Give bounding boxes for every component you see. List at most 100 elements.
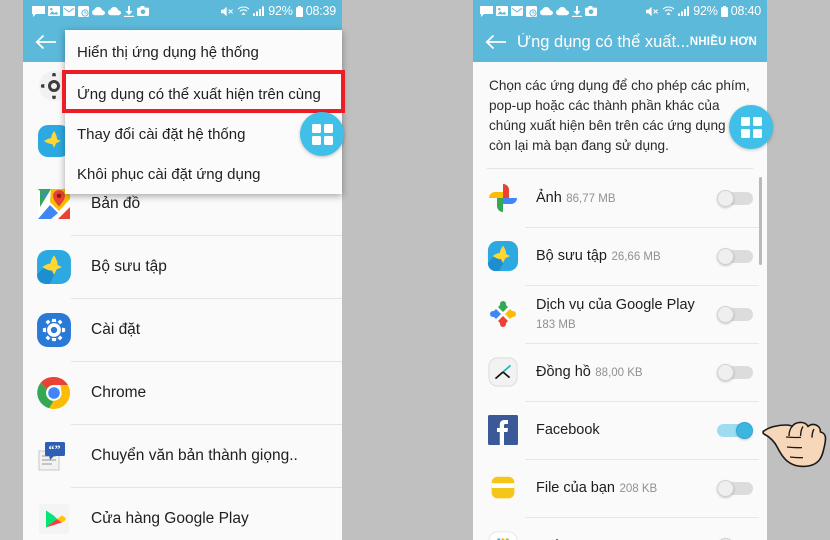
gmail-icon	[63, 6, 75, 16]
screenshot-icon	[137, 6, 149, 16]
overflow-menu[interactable]: Hiển thị ứng dụng hệ thống Ứng dụng có t…	[65, 30, 342, 194]
battery-icon	[295, 5, 303, 17]
app-name: Dịch vụ của Google Play	[536, 297, 695, 314]
mute-icon	[646, 6, 659, 17]
app-row-facebook[interactable]: Facebook	[473, 401, 767, 459]
signal-icon	[253, 6, 265, 17]
app-text: Bộ sưu tập 26,66 MB	[536, 247, 717, 265]
app-toggle[interactable]	[717, 247, 753, 265]
download-icon	[572, 5, 582, 17]
app-row-anh[interactable]: Ảnh 86,77 MB	[473, 169, 767, 227]
download-icon	[124, 5, 134, 17]
cloud-icon	[92, 6, 105, 16]
app-size: 183 MB	[536, 318, 576, 331]
app-row-dong-ho[interactable]: Đồng hồ 88,00 KB	[473, 343, 767, 401]
screenshot-icon	[585, 6, 597, 16]
app-text: Dịch vụ của Google Play 183 MB	[536, 296, 717, 332]
facebook-icon	[485, 412, 521, 448]
battery-percent: 92%	[693, 4, 718, 18]
message-icon	[480, 5, 493, 17]
svg-text:G: G	[41, 189, 48, 199]
app-toggle[interactable]	[717, 421, 753, 439]
app-row-galaxy-apps[interactable]: Galaxy Apps	[473, 517, 767, 540]
list-item-bo-suu-tap[interactable]: Bộ sưu tập	[23, 235, 342, 298]
app-name: File của bạn	[536, 480, 615, 497]
scrollbar[interactable]	[759, 177, 762, 266]
overlay-permission-app-list[interactable]: Ảnh 86,77 MB Bộ sưu tập 26,66 MB Dịch vụ…	[473, 169, 767, 540]
list-item-label: Cài đặt	[91, 320, 141, 338]
app-row-file-cua-ban[interactable]: File của bạn 208 KB	[473, 459, 767, 517]
list-item-cai-dat[interactable]: Cài đặt	[23, 298, 342, 361]
grid-apps-icon	[740, 116, 762, 138]
list-item-label: Chrome	[91, 383, 147, 401]
cloud-icon	[540, 6, 553, 16]
app-size: 208 KB	[619, 483, 658, 496]
signal-icon	[678, 6, 690, 17]
status-bar-system-icons: 92% 08:40	[646, 4, 761, 18]
app-toggle[interactable]	[717, 305, 753, 323]
menu-item-khoi-phuc-cai-dat[interactable]: Khôi phục cài đặt ứng dụng	[65, 154, 342, 194]
galaxy-apps-icon	[485, 528, 521, 540]
list-item-label: Bộ sưu tập	[91, 257, 167, 275]
app-size: 26,66 MB	[611, 251, 661, 264]
status-bar-system-icons: 92% 08:39	[221, 4, 336, 18]
app-toggle[interactable]	[717, 189, 753, 207]
list-item-label: Cửa hàng Google Play	[91, 509, 249, 527]
clock-sync-icon	[78, 5, 89, 17]
app-bar-title-right: Ứng dụng có thể xuất...	[517, 32, 690, 51]
google-play-services-icon	[485, 296, 521, 332]
app-text: Facebook	[536, 421, 717, 439]
list-item-text-to-speech[interactable]: “” Chuyển văn bản thành giọng..	[23, 424, 342, 487]
play-store-icon	[35, 500, 73, 538]
wifi-icon	[662, 6, 675, 16]
svg-text:“”: “”	[49, 442, 61, 456]
app-text: Ảnh 86,77 MB	[536, 189, 717, 207]
chrome-icon	[35, 374, 73, 412]
clock-sync-icon	[526, 5, 537, 17]
status-bar-clock: 08:40	[730, 4, 761, 18]
app-size: 86,77 MB	[566, 193, 616, 206]
back-arrow-icon[interactable]	[31, 27, 61, 57]
list-item-label: Bản đồ	[91, 194, 141, 212]
app-bar-right: Ứng dụng có thể xuất... NHIỀU HƠN	[473, 22, 767, 62]
status-bar-clock: 08:39	[305, 4, 336, 18]
app-name: Đồng hồ	[536, 364, 591, 381]
list-item-chrome[interactable]: Chrome	[23, 361, 342, 424]
status-bar-right: 92% 08:40	[473, 0, 767, 22]
message-icon	[32, 5, 45, 17]
status-bar-left: 92% 08:39	[23, 0, 342, 22]
status-bar-notification-icons	[480, 5, 597, 17]
status-bar-notification-icons	[32, 5, 149, 17]
image-icon	[496, 6, 508, 16]
floating-apps-button-right[interactable]	[729, 105, 773, 149]
floating-apps-button-left[interactable]	[300, 112, 344, 156]
app-text: File của bạn 208 KB	[536, 479, 717, 497]
more-button[interactable]: NHIỀU HƠN	[690, 36, 757, 48]
list-item-google-play[interactable]: Cửa hàng Google Play	[23, 487, 342, 540]
pointing-hand-icon	[762, 421, 827, 468]
mute-icon	[221, 6, 234, 17]
cloud-icon	[108, 6, 121, 16]
app-name: Bộ sưu tập	[536, 248, 607, 265]
my-files-icon	[485, 470, 521, 506]
app-name: Ảnh	[536, 190, 562, 207]
back-arrow-icon[interactable]	[481, 27, 511, 57]
text-to-speech-icon: “”	[35, 437, 73, 475]
app-row-google-play-services[interactable]: Dịch vụ của Google Play 183 MB	[473, 285, 767, 343]
menu-item-ung-dung-tren-cung[interactable]: Ứng dụng có thể xuất hiện trên cùng	[65, 74, 342, 114]
cloud-icon	[556, 6, 569, 16]
app-toggle[interactable]	[717, 479, 753, 497]
app-row-bo-suu-tap[interactable]: Bộ sưu tập 26,66 MB	[473, 227, 767, 285]
phone-screen-right: 92% 08:40 Ứng dụng có thể xuất... NHIỀU …	[473, 0, 767, 540]
description-text: Chọn các ứng dụng để cho phép các phím, …	[473, 62, 767, 169]
clock-icon	[485, 354, 521, 390]
app-text: Đồng hồ 88,00 KB	[536, 363, 717, 381]
menu-item-hien-thi-ung-dung[interactable]: Hiển thị ứng dụng hệ thống	[65, 30, 342, 74]
settings-gear-icon	[35, 311, 73, 349]
google-photos-icon	[485, 180, 521, 216]
gallery-icon	[485, 238, 521, 274]
grid-apps-icon	[311, 123, 333, 145]
app-toggle[interactable]	[717, 363, 753, 381]
gmail-icon	[511, 6, 523, 16]
battery-icon	[720, 5, 728, 17]
